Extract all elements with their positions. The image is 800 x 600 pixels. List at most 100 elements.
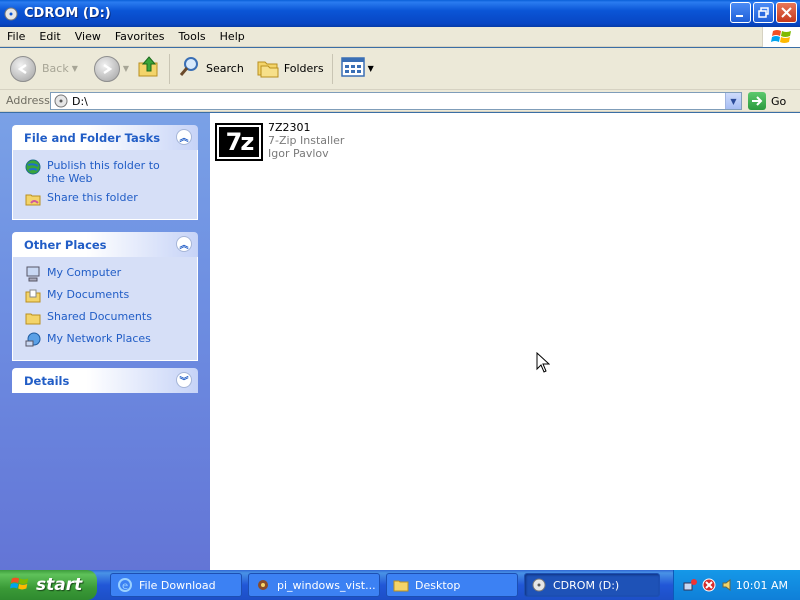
views-icon [340, 57, 365, 80]
taskbar: start e File Download pi_windows_vist...… [0, 570, 800, 600]
taskbar-item-file-download[interactable]: e File Download [110, 573, 242, 597]
task-pane: File and Folder Tasks ︽ Publish this fol… [0, 113, 210, 570]
address-value: D:\ [72, 94, 88, 108]
menu-file[interactable]: File [0, 30, 32, 43]
globe-icon [25, 159, 41, 175]
close-icon [781, 7, 792, 18]
toolbar-separator [169, 53, 171, 84]
go-arrow-icon [748, 92, 766, 110]
shared-documents-link[interactable]: Shared Documents [25, 310, 197, 326]
my-computer-icon [25, 266, 41, 282]
svg-text:e: e [122, 581, 128, 592]
panel-title: Details [24, 373, 70, 388]
close-button[interactable] [776, 2, 797, 23]
address-bar: Address D:\ ▼ Go [0, 90, 800, 112]
file-folder-tasks-header[interactable]: File and Folder Tasks ︽ [12, 125, 198, 150]
windows-flag-icon [10, 575, 30, 596]
network-tray-icon[interactable] [682, 577, 698, 593]
up-folder-button[interactable] [133, 52, 165, 86]
share-folder-link[interactable]: Share this folder [25, 191, 197, 207]
forward-arrow-icon [93, 55, 120, 82]
back-arrow-icon [10, 55, 36, 82]
go-label: Go [771, 94, 787, 108]
link-label: My Computer [47, 266, 122, 279]
search-button[interactable]: Search [174, 52, 248, 86]
security-alert-icon[interactable] [701, 577, 717, 593]
shared-folder-icon [25, 191, 41, 207]
folder-icon [393, 577, 409, 593]
other-places-panel: Other Places ︽ My Computer My Documents [12, 232, 198, 361]
go-button[interactable]: Go [748, 92, 786, 110]
task-label: CDROM (D:) [553, 578, 620, 592]
file-folder-tasks-panel: File and Folder Tasks ︽ Publish this fol… [12, 125, 198, 220]
my-documents-icon [25, 288, 41, 304]
file-type: 7-Zip Installer [268, 134, 345, 147]
app-icon [255, 577, 271, 593]
search-label: Search [206, 62, 244, 75]
link-label: My Network Places [47, 332, 151, 345]
publish-folder-link[interactable]: Publish this folder to the Web [25, 159, 197, 185]
address-input[interactable]: D:\ ▼ [50, 92, 742, 110]
menu-view[interactable]: View [68, 30, 108, 43]
address-dropdown-button[interactable]: ▼ [725, 93, 741, 109]
link-label: Share this folder [47, 191, 138, 204]
views-button[interactable]: ▼ [337, 52, 378, 86]
taskbar-item-cdrom[interactable]: CDROM (D:) [524, 573, 660, 597]
forward-dropdown-icon[interactable]: ▼ [123, 64, 129, 73]
windows-logo-icon [762, 27, 800, 47]
maximize-button[interactable] [753, 2, 774, 23]
details-header[interactable]: Details ︾ [12, 368, 198, 393]
forward-button[interactable]: ▼ [90, 52, 133, 86]
file-item[interactable]: 7z 7Z2301 7-Zip Installer Igor Pavlov [215, 121, 345, 161]
link-label: My Documents [47, 288, 130, 301]
restore-icon [758, 7, 769, 18]
title-bar[interactable]: CDROM (D:) [0, 0, 800, 27]
folders-icon [256, 56, 280, 81]
back-dropdown-icon[interactable]: ▼ [72, 64, 78, 73]
menu-tools[interactable]: Tools [172, 30, 213, 43]
menu-edit[interactable]: Edit [32, 30, 67, 43]
minimize-button[interactable] [730, 2, 751, 23]
system-tray: 10:01 AM [673, 570, 800, 600]
toolbar-separator [331, 53, 333, 84]
collapse-chevron-icon[interactable]: ︽ [176, 129, 192, 145]
my-documents-link[interactable]: My Documents [25, 288, 197, 304]
task-label: pi_windows_vist... [277, 578, 376, 592]
file-name: 7Z2301 [268, 121, 311, 134]
menu-bar: File Edit View Favorites Tools Help [0, 27, 800, 47]
menu-help[interactable]: Help [213, 30, 252, 43]
panel-title: File and Folder Tasks [24, 130, 161, 145]
volume-tray-icon[interactable] [720, 577, 736, 593]
back-label: Back [42, 62, 69, 75]
folders-button[interactable]: Folders [252, 52, 328, 86]
chevron-down-icon: ▼ [730, 96, 737, 106]
views-dropdown-icon[interactable]: ▼ [368, 64, 374, 73]
folders-label: Folders [283, 62, 324, 75]
cdrom-icon [531, 577, 547, 593]
file-list-area[interactable]: 7z 7Z2301 7-Zip Installer Igor Pavlov [210, 113, 800, 570]
ie-icon: e [117, 577, 133, 593]
start-label: start [36, 575, 83, 595]
my-network-places-link[interactable]: My Network Places [25, 332, 197, 348]
taskbar-item-desktop[interactable]: Desktop [386, 573, 518, 597]
7zip-icon: 7z [215, 123, 263, 161]
collapse-chevron-icon[interactable]: ︽ [176, 236, 192, 252]
menu-favorites[interactable]: Favorites [108, 30, 172, 43]
network-places-icon [25, 332, 41, 348]
panel-title: Other Places [24, 237, 107, 252]
link-label: Publish this folder to the Web [47, 159, 160, 185]
window-title: CDROM (D:) [24, 6, 111, 21]
mouse-cursor-icon [536, 351, 551, 377]
address-label: Address [6, 94, 50, 107]
search-icon [178, 55, 202, 82]
my-computer-link[interactable]: My Computer [25, 266, 197, 282]
clock[interactable]: 10:01 AM [736, 579, 788, 592]
back-button[interactable]: Back ▼ [6, 52, 82, 86]
file-company: Igor Pavlov [268, 147, 329, 160]
link-label: Shared Documents [47, 310, 152, 323]
other-places-header[interactable]: Other Places ︽ [12, 232, 198, 257]
start-button[interactable]: start [0, 570, 97, 600]
taskbar-item-pi-windows[interactable]: pi_windows_vist... [248, 573, 380, 597]
toolbar: Back ▼ ▼ Search Folders ▼ [0, 48, 800, 90]
expand-chevron-icon[interactable]: ︾ [176, 372, 192, 388]
